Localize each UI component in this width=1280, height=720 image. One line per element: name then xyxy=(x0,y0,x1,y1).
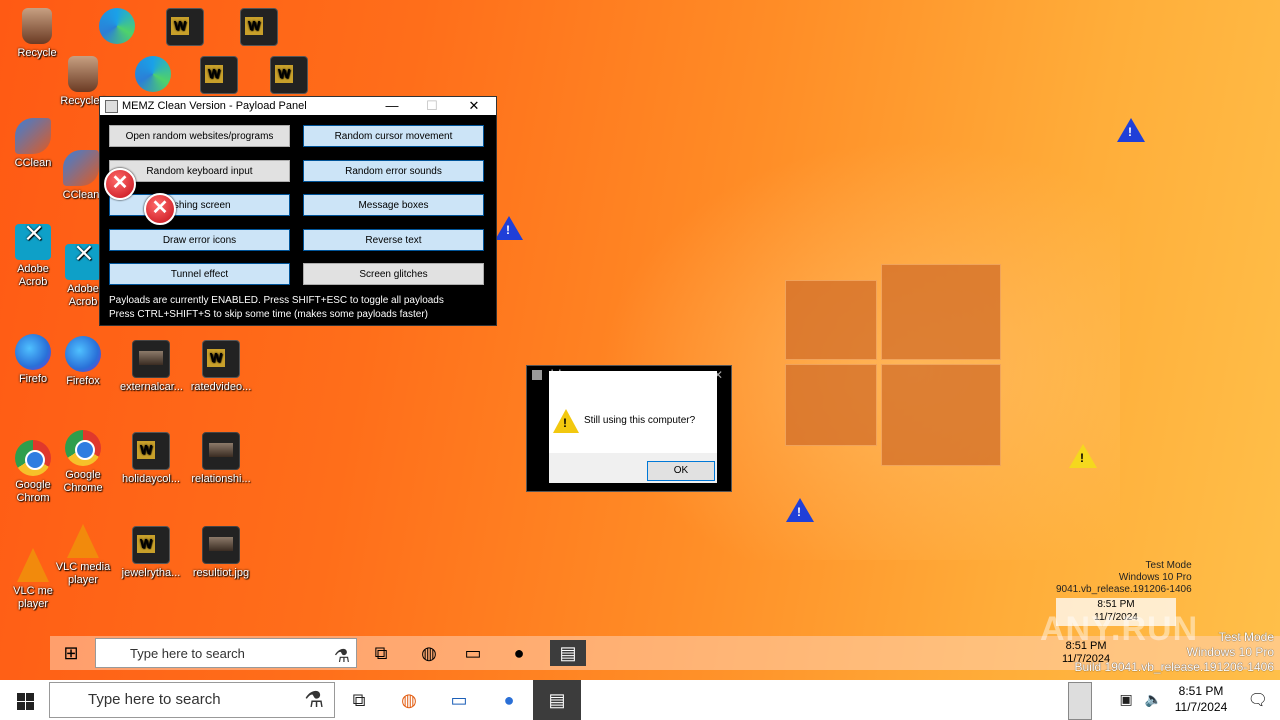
payload-button-screen-glitches[interactable]: Screen glitches xyxy=(303,263,484,285)
image-file-icon xyxy=(132,340,170,378)
desktop-icon-ratedvideo[interactable]: ratedvideo... xyxy=(190,340,252,394)
desktop-icon-word-4[interactable] xyxy=(258,56,320,97)
payload-button-error-icons[interactable]: Draw error icons xyxy=(109,229,290,251)
ok-button[interactable]: OK xyxy=(647,461,715,481)
task-view-icon: ⧉ xyxy=(374,643,388,663)
recycle-bin-icon xyxy=(22,8,52,44)
status-text: Payloads are currently ENABLED. Press SH… xyxy=(109,295,444,320)
payload-button-open-websites[interactable]: Open random websites/programs xyxy=(109,125,290,147)
payload-button-keyboard-input[interactable]: Random keyboard input xyxy=(109,160,290,182)
flasks-icon: ⚗ xyxy=(333,646,350,666)
word-doc-icon xyxy=(202,340,240,378)
firefox-icon xyxy=(15,334,51,370)
window-titlebar[interactable]: MEMZ Clean Version - Payload Panel — ☐ ✕ xyxy=(100,97,496,115)
window-title: MEMZ Clean Version - Payload Panel xyxy=(122,100,307,112)
system-tray[interactable]: ▣ 🔈 xyxy=(1119,691,1162,708)
taskbar: Type here to search ⚗ ⧉ ◍ ▭ ● ▤ ▣ 🔈 8:51… xyxy=(0,680,1280,720)
warning-icon: ! xyxy=(1117,118,1145,142)
chrome-icon xyxy=(15,440,51,476)
notification-icon[interactable]: 🗨 xyxy=(1248,690,1268,710)
vlc-icon xyxy=(17,548,49,582)
payload-button-error-sounds[interactable]: Random error sounds xyxy=(303,160,484,182)
speaker-icon[interactable]: 🔈 xyxy=(1145,691,1162,707)
firefox-icon: ● xyxy=(513,643,525,663)
edge-icon xyxy=(135,56,171,92)
word-doc-icon xyxy=(200,56,238,94)
app-icon xyxy=(105,100,118,113)
windows-start-icon: ⊞ xyxy=(63,643,79,663)
desktop-icon-holidaycol[interactable]: holidaycol... xyxy=(120,432,182,486)
dialog-body: ! Still using this computer? OK xyxy=(549,371,717,483)
word-doc-icon xyxy=(240,8,278,46)
ccleaner-icon xyxy=(15,118,51,154)
word-doc-icon xyxy=(132,526,170,564)
network-icon[interactable]: ▣ xyxy=(1119,691,1132,707)
payload-button-message-boxes[interactable]: Message boxes xyxy=(303,194,484,216)
start-button[interactable] xyxy=(0,680,48,720)
chrome-icon xyxy=(65,430,101,466)
desktop-icon-externalcar[interactable]: externalcar... xyxy=(120,340,183,394)
desktop-icon-firefox-2[interactable]: Firefox xyxy=(52,336,114,388)
desktop-icon-word-3[interactable] xyxy=(188,56,250,97)
firefox-icon xyxy=(65,336,101,372)
dialog-footer: OK xyxy=(549,453,717,483)
desktop-icon-word-2[interactable] xyxy=(228,8,290,49)
error-icon: ✕ xyxy=(104,168,136,200)
image-file-icon xyxy=(202,526,240,564)
payload-button-cursor-movement[interactable]: Random cursor movement xyxy=(303,125,484,147)
search-box[interactable]: Type here to search ⚗ xyxy=(49,682,335,718)
word-doc-icon xyxy=(132,432,170,470)
desktop-icon-resultiot[interactable]: resultiot.jpg xyxy=(190,526,252,580)
clock[interactable]: 8:51 PM 11/7/2024 xyxy=(1166,683,1236,715)
desktop-icon-relationshi[interactable]: relationshi... xyxy=(190,432,252,486)
desktop-icon-chrome-2[interactable]: Google Chrome xyxy=(52,430,114,495)
desktop-icon-edge-2[interactable] xyxy=(122,56,184,95)
test-mode-ghost: Test Mode Windows 10 Pro 9041.vb_release… xyxy=(1056,560,1192,595)
show-hidden-icons-button[interactable] xyxy=(1068,682,1092,720)
test-mode-watermark: Test Mode Windows 10 Pro Build 19041.vb_… xyxy=(1074,630,1275,674)
recycle-bin-icon xyxy=(68,56,98,92)
payload-button-reverse-text[interactable]: Reverse text xyxy=(303,229,484,251)
desktop-icon-jewelrytha[interactable]: jewelrytha... xyxy=(120,526,182,580)
file-explorer-icon: ▭ xyxy=(464,643,482,663)
warning-icon: ! xyxy=(1069,444,1097,468)
ccleaner-icon xyxy=(63,150,99,186)
acrobat-icon xyxy=(15,224,51,260)
desktop-icon-recycle-bin[interactable]: Recycle xyxy=(6,8,68,60)
image-file-icon xyxy=(202,432,240,470)
warning-icon: ! xyxy=(495,216,523,240)
desktop-icon-word-1[interactable] xyxy=(154,8,216,49)
firefox-icon[interactable]: ● xyxy=(496,687,522,713)
maximize-button: ☐ xyxy=(426,98,438,113)
payload-button-flashing-screen[interactable]: ashing screen xyxy=(109,194,290,216)
warning-icon: ! xyxy=(786,498,814,522)
memz-icon: ▤ xyxy=(548,690,566,710)
error-icon: ✕ xyxy=(144,193,176,225)
desktop-icon-edge[interactable] xyxy=(86,8,148,47)
dialog-message: Still using this computer? xyxy=(584,415,696,426)
task-view-icon[interactable]: ⧉ xyxy=(346,687,372,713)
memz-taskbar-button[interactable]: ▤ xyxy=(533,680,581,720)
acrobat-icon xyxy=(65,244,101,280)
flasks-icon: ⚗ xyxy=(304,687,324,712)
edge-icon: ◍ xyxy=(421,643,437,663)
edge-icon[interactable]: ◍ xyxy=(396,687,422,713)
desktop-icon-vlc-2[interactable]: VLC media player xyxy=(52,524,114,587)
app-icon xyxy=(532,370,542,380)
memz-icon: ▤ xyxy=(550,640,586,666)
windows-logo-wallpaper xyxy=(785,258,1001,466)
message-box-dialog: lol ✕ ! Still using this computer? OK xyxy=(526,365,732,492)
edge-icon xyxy=(99,8,135,44)
file-explorer-icon[interactable]: ▭ xyxy=(446,687,472,713)
ghost-search-box: Type here to search ⚗ xyxy=(95,638,357,668)
payload-button-tunnel-effect[interactable]: Tunnel effect xyxy=(109,263,290,285)
close-button[interactable]: ✕ xyxy=(454,97,494,115)
warning-icon: ! xyxy=(553,409,579,433)
vlc-icon xyxy=(67,524,99,558)
minimize-button[interactable]: — xyxy=(372,97,412,115)
word-doc-icon xyxy=(166,8,204,46)
word-doc-icon xyxy=(270,56,308,94)
